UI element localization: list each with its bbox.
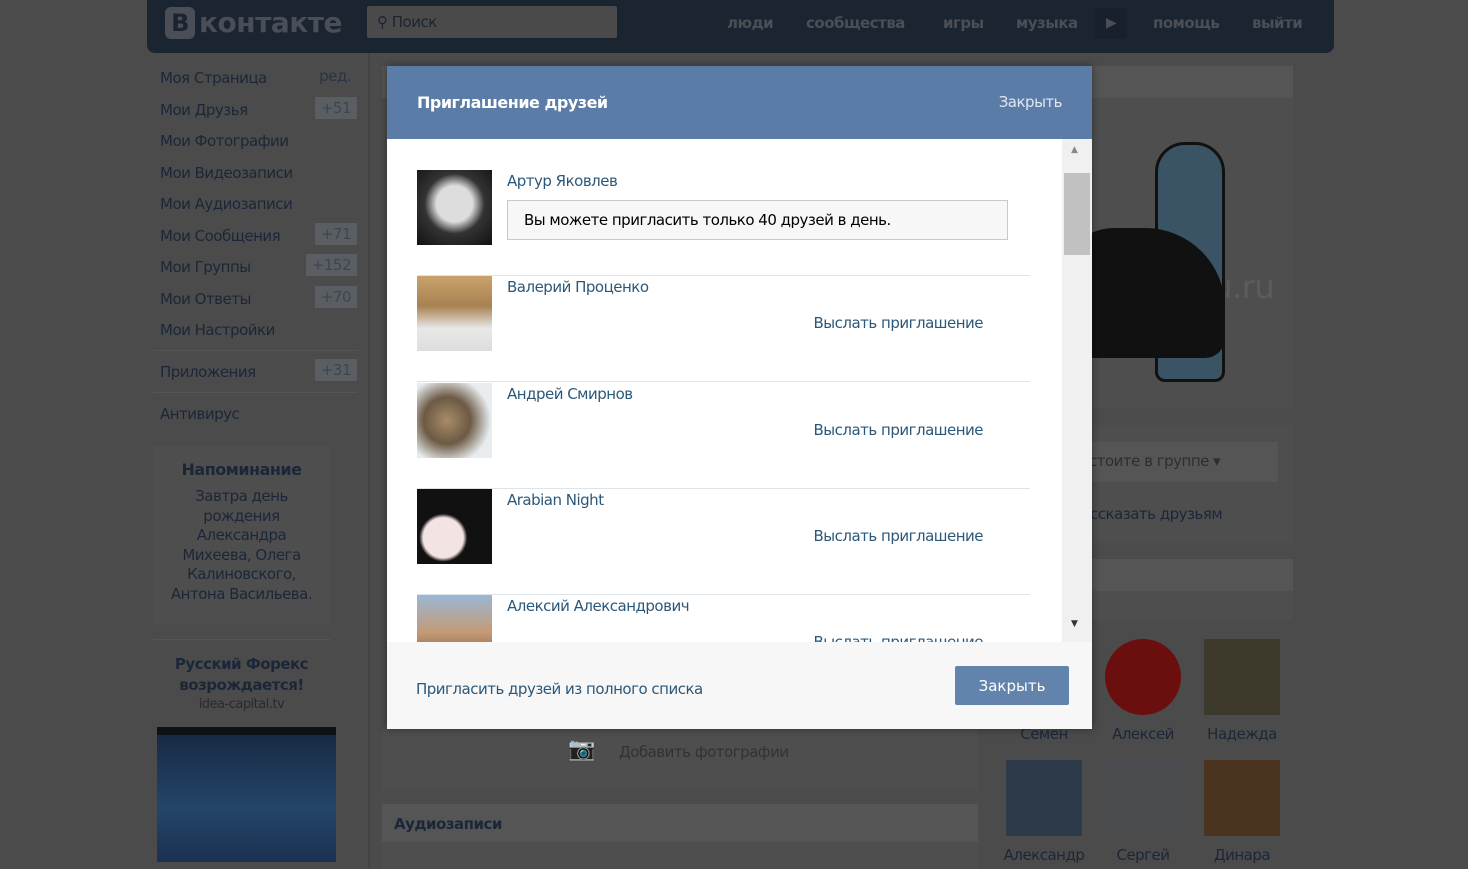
limit-notice: Вы можете пригласить только 40 друзей в … [507,200,1008,240]
avatar[interactable] [417,170,492,245]
friend-name[interactable]: Сергей [1093,846,1193,864]
friend-name[interactable]: Алексей [1093,725,1193,743]
chevron-down-icon: ▾ [1213,452,1221,470]
nav-people[interactable]: люди [727,14,774,32]
scrollbar-thumb[interactable] [1064,173,1090,255]
send-invite-link[interactable]: Выслать приглашение [814,421,984,439]
friend-avatar[interactable] [1105,760,1181,836]
sidebar-item-photos[interactable]: Мои Фотографии [160,132,289,150]
person-name[interactable]: Алексий Александрович [507,597,690,615]
dialog-footer: Пригласить друзей из полного списка Закр… [387,642,1092,729]
search-input[interactable]: ⚲ Поиск [367,6,617,38]
list-item: Валерий Проценко Выслать приглашение [417,276,1030,382]
edit-link[interactable]: ред. [313,65,357,87]
sidebar-item-audio[interactable]: Мои Аудиозаписи [160,195,293,213]
sidebar-item-answers[interactable]: Мои Ответы +70 [160,286,357,308]
top-header: Вконтакте ⚲ Поиск люди сообщества игры м… [147,0,1334,53]
reminder-box: Напоминание Завтра день рождения Алексан… [153,446,330,624]
person-name[interactable]: Arabian Night [507,491,604,509]
divider [153,350,358,351]
nav-communities[interactable]: сообщества [806,14,905,32]
friend-name[interactable]: Надежда [1192,725,1292,743]
count-badge: +31 [314,359,357,381]
nav-help[interactable]: помощь [1153,14,1220,32]
list-item: Артур Яковлев Вы можете пригласить тольк… [417,170,1030,276]
list-item: Андрей Смирнов Выслать приглашение [417,383,1030,489]
friends-list: Артур Яковлев Вы можете пригласить тольк… [387,139,1062,642]
dialog-title: Приглашение друзей [417,93,608,112]
divider [153,639,330,640]
count-badge: +152 [305,254,357,276]
count-badge: +71 [314,223,357,245]
scroll-up-arrow-icon[interactable]: ▲ [1071,145,1078,155]
person-name[interactable]: Андрей Смирнов [507,385,633,403]
nav-games[interactable]: игры [943,14,984,32]
send-invite-link[interactable]: Выслать приглашение [814,314,984,332]
search-icon: ⚲ [377,13,392,31]
ad-domain: idea-capital.tv [198,697,285,712]
ad-image[interactable] [157,727,336,862]
friend-avatar[interactable] [1105,639,1181,715]
sidebar-item-groups[interactable]: Мои Группы +152 [160,254,357,276]
nav-more-arrow-icon[interactable]: ▶ [1095,8,1127,39]
divider [153,392,358,393]
avatar[interactable] [417,489,492,564]
friend-name[interactable]: Динара [1192,846,1292,864]
ad-title[interactable]: Русский Форекс возрождается! [153,654,330,696]
friend-avatar[interactable] [1204,639,1280,715]
scroll-down-arrow-icon[interactable]: ▼ [1071,619,1078,629]
person-name[interactable]: Артур Яковлев [507,172,618,190]
add-photos-panel[interactable]: 📷 Добавить фотографии [382,729,978,789]
group-status-dropdown[interactable]: стоите в группе ▾ [1085,442,1278,482]
dialog-close-link[interactable]: Закрыть [999,93,1063,111]
column-divider [368,53,370,869]
list-item: Arabian Night Выслать приглашение [417,489,1030,595]
camera-icon: 📷 [568,737,595,762]
count-badge: +51 [314,97,357,119]
audio-panel [382,842,978,869]
send-invite-link[interactable]: Выслать приглашение [814,527,984,545]
friend-name[interactable]: Александр [994,846,1094,864]
invite-from-full-list-link[interactable]: Пригласить друзей из полного списка [416,680,703,698]
sidebar-item-settings[interactable]: Мои Настройки [160,321,275,339]
scrollbar[interactable]: ▲ ▼ [1062,139,1092,642]
nav-logout[interactable]: выйти [1252,14,1303,32]
nav-music[interactable]: музыка [1016,14,1078,32]
sidebar-item-videos[interactable]: Мои Видеозаписи [160,164,293,182]
sidebar-item-apps[interactable]: Приложения +31 [160,359,357,381]
vk-logo[interactable]: Вконтакте [165,6,342,39]
count-badge: +70 [314,286,357,308]
close-button[interactable]: Закрыть [955,666,1069,705]
friend-avatar[interactable] [1204,760,1280,836]
avatar[interactable] [417,383,492,458]
invite-friends-dialog: Приглашение друзей Закрыть Артур Яковлев… [387,66,1092,729]
sidebar-item-messages[interactable]: Мои Сообщения +71 [160,223,357,245]
friend-avatar[interactable] [1006,760,1082,836]
list-item: Алексий Александрович Выслать приглашени… [417,595,1030,642]
send-invite-link[interactable]: Выслать приглашение [814,633,984,642]
tell-friends-link[interactable]: ссказать друзьям [1090,505,1223,523]
sidebar-item-antivirus[interactable]: Антивирус [160,405,240,423]
avatar[interactable] [417,276,492,351]
sidebar-item-my-page[interactable]: Моя Страница ред. [160,67,357,87]
sidebar-item-friends[interactable]: Мои Друзья +51 [160,97,357,119]
person-name[interactable]: Валерий Проценко [507,278,649,296]
dialog-header: Приглашение друзей Закрыть [387,66,1092,139]
avatar[interactable] [417,595,492,642]
audio-section-title: Аудиозаписи [382,804,978,842]
